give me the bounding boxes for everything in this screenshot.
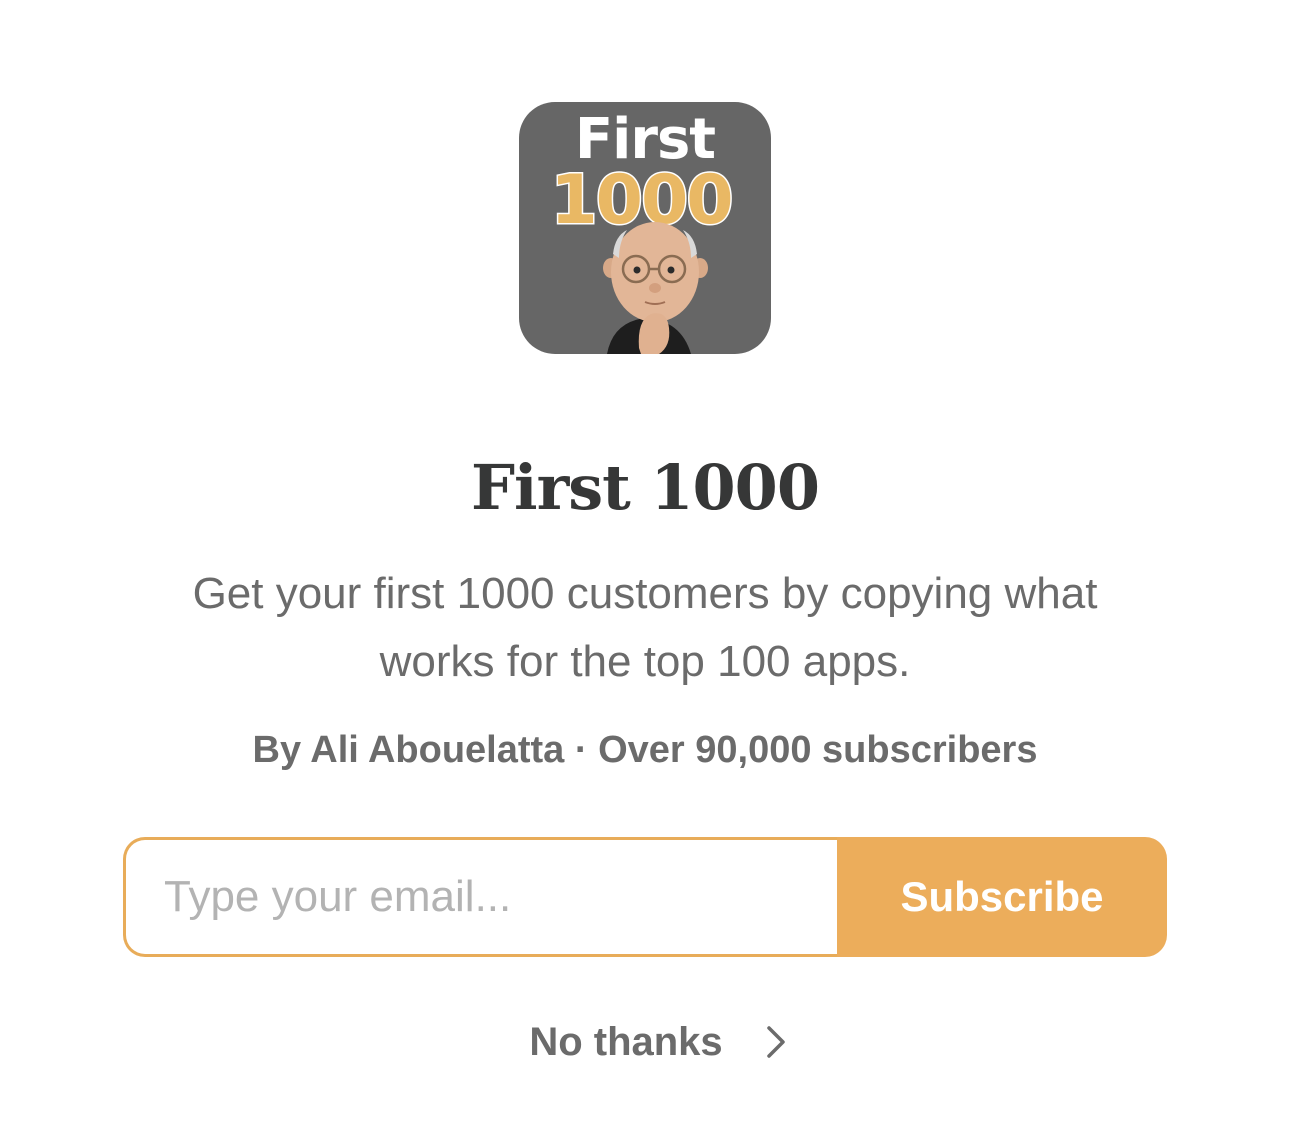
author-byline: By Ali Abouelatta · Over 90,000 subscrib… — [252, 729, 1038, 771]
subscribe-button[interactable]: Subscribe — [837, 837, 1167, 957]
no-thanks-link[interactable]: No thanks — [0, 1012, 1290, 1072]
publication-description: Get your first 1000 customers by copying… — [192, 569, 1098, 686]
chevron-right-icon — [766, 1026, 785, 1058]
subscribe-page: First 1000 First 1000 Get your first 100… — [0, 0, 1290, 1146]
no-thanks-label: No thanks — [529, 1019, 723, 1064]
publication-title: First 1000 — [471, 451, 820, 524]
email-input[interactable] — [123, 837, 837, 957]
subscribe-form: Subscribe — [123, 837, 1167, 957]
publication-logo: First 1000 — [519, 102, 771, 354]
